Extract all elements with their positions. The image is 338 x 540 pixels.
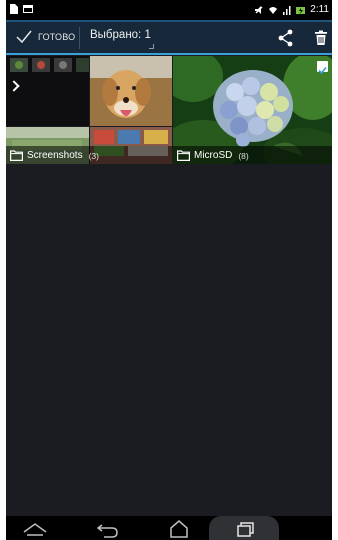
share-icon xyxy=(278,29,293,47)
album-count: (3) xyxy=(88,150,99,161)
checkmark-icon xyxy=(318,66,327,75)
selection-action-bar: ГОТОВО Выбрано: 1 xyxy=(6,20,332,55)
back-icon xyxy=(96,524,118,538)
checkmark-icon xyxy=(16,30,32,44)
action-bar-divider xyxy=(79,27,80,49)
image-icon xyxy=(23,5,33,13)
app-switch-icon xyxy=(23,523,47,536)
selection-count-dropdown[interactable]: Выбрано: 1 xyxy=(90,29,151,41)
share-button[interactable] xyxy=(276,28,296,48)
done-button[interactable]: ГОТОВО xyxy=(6,22,78,53)
done-label: ГОТОВО xyxy=(38,32,76,42)
signal-icon xyxy=(283,5,291,15)
album-screenshots[interactable]: Screenshots (3) xyxy=(6,56,172,164)
battery-charging-icon xyxy=(296,6,306,14)
dropdown-caret-icon xyxy=(149,44,154,49)
recent-apps-button[interactable] xyxy=(219,516,269,540)
album-name: Screenshots xyxy=(27,150,83,161)
album-count: (8) xyxy=(238,150,249,161)
home-icon xyxy=(170,520,188,538)
mute-icon xyxy=(255,5,263,14)
status-bar: 2:11 xyxy=(6,0,332,20)
app-switch-button[interactable] xyxy=(10,516,60,540)
navigation-bar xyxy=(6,516,332,540)
album-name: MicroSD xyxy=(194,150,233,161)
selected-checkbox[interactable] xyxy=(317,61,328,75)
delete-button[interactable] xyxy=(311,28,331,48)
folder-icon xyxy=(10,150,23,161)
home-button[interactable] xyxy=(154,516,204,540)
album-microsd[interactable]: MicroSD (8) xyxy=(173,56,332,164)
wifi-icon xyxy=(269,6,278,14)
gallery-screen: 2:11 ГОТОВО Выбрано: 1 Screenshots (3) M… xyxy=(6,0,332,540)
trash-icon xyxy=(315,30,327,45)
folder-icon xyxy=(177,150,190,161)
document-icon xyxy=(10,4,18,14)
status-time: 2:11 xyxy=(310,4,329,15)
back-button[interactable] xyxy=(84,516,134,540)
recent-apps-icon xyxy=(237,522,254,537)
